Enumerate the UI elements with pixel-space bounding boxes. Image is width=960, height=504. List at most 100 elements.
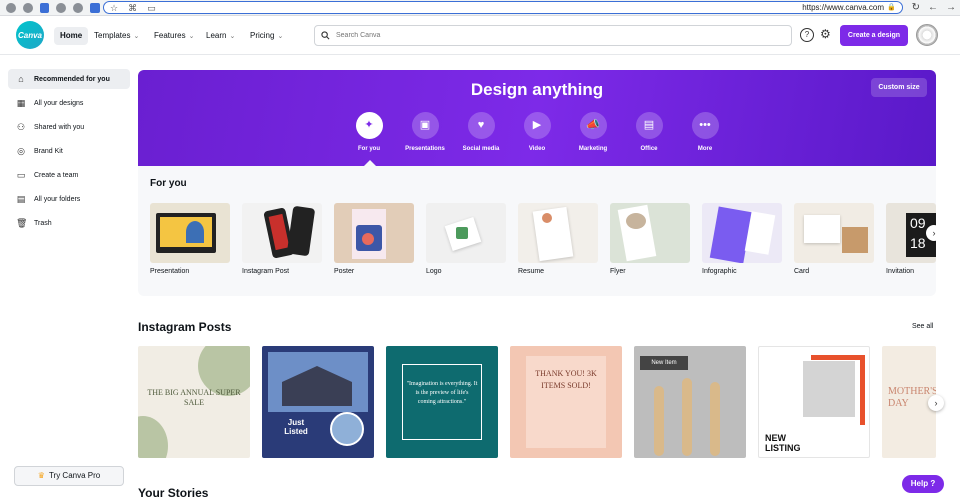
extension-icon[interactable] [22,2,33,13]
tile-thumbnail [334,203,414,263]
chevron-right-icon[interactable]: › [928,395,944,411]
url-text[interactable]: https://www.canva.com [802,2,884,14]
chevron-down-icon: ⌄ [133,33,140,40]
sidebar-item-recommended[interactable]: ⌂ Recommended for you [8,69,130,89]
tile-infographic[interactable]: Infographic [702,203,782,275]
browser-controls: ↻ ← → [912,1,956,14]
chevron-down-icon: ⌄ [188,33,195,40]
nav-features[interactable]: Features ⌄ [148,27,200,45]
tile-flyer[interactable]: Flyer [610,203,690,275]
presentation-icon: ▣ [411,112,439,139]
tile-presentation[interactable]: Presentation [150,203,230,275]
star-icon[interactable]: ☆ [110,3,118,13]
tile-label: Card [794,268,810,275]
forward-icon[interactable]: → [946,1,956,14]
post-card[interactable]: THE BIG ANNUAL SUPER SALE [138,346,250,458]
search-icon [321,31,330,40]
extension-icon[interactable] [39,2,50,13]
reload-icon[interactable]: ↻ [912,1,920,14]
post-card[interactable]: New Item [634,346,746,458]
nav-pricing-label: Pricing [250,31,275,40]
selection-notch [364,160,376,166]
tile-thumbnail [702,203,782,263]
tile-instagram-post[interactable]: Instagram Post [242,203,322,275]
tile-logo[interactable]: Logo [426,203,506,275]
nav-templates[interactable]: Templates ⌄ [88,27,145,45]
category-more[interactable]: ••• More [677,112,733,152]
create-design-button[interactable]: Create a design [840,25,908,46]
nav-pricing[interactable]: Pricing ⌄ [244,27,289,45]
sidebar-item-label: Create a team [34,171,79,179]
sidebar-item-label: Recommended for you [34,75,110,83]
sidebar-item-label: Brand Kit [34,147,63,155]
nav-home[interactable]: Home [54,27,89,45]
sidebar-item-all-designs[interactable]: ▦ All your designs [8,93,130,113]
avatar[interactable] [916,24,938,46]
folder-icon: ▤ [16,194,26,204]
sidebar-item-label: All your folders [34,195,81,203]
help-button[interactable]: Help ? [902,475,944,493]
tile-thumbnail [794,203,874,263]
tile-resume[interactable]: Resume [518,203,598,275]
sidebar-item-brand-kit[interactable]: ◎ Brand Kit [8,141,130,161]
settings-gear-icon[interactable]: ⚙ [820,27,831,41]
sidebar-item-trash[interactable]: 🗑 Trash [8,213,130,233]
browser-toolbar: ☆ ⌘ ▭ https://www.canva.com 🔒 ↻ ← → [0,0,960,16]
address-bar[interactable]: ☆ ⌘ ▭ https://www.canva.com 🔒 [103,1,903,14]
crown-icon: ♛ [37,471,45,480]
try-canva-pro-button[interactable]: ♛ Try Canva Pro [14,466,124,486]
team-icon: ▭ [16,170,26,180]
tile-card[interactable]: Card [794,203,874,275]
see-all-link[interactable]: See all [912,323,933,330]
category-office[interactable]: ▤ Office [621,112,677,152]
for-you-heading: For you [150,178,187,189]
back-icon[interactable]: ← [928,1,938,14]
tile-thumbnail [610,203,690,263]
top-nav: Canva Home Templates ⌄ Features ⌄ Learn ⌄ P… [0,17,960,55]
extension-icons [0,2,100,13]
category-video[interactable]: ▶ Video [509,112,565,152]
nav-learn[interactable]: Learn ⌄ [200,27,241,45]
category-label: More [697,146,713,152]
home-icon: ⌂ [18,74,24,84]
search-input[interactable] [336,32,736,39]
search-bar[interactable] [314,25,792,46]
sidebar-item-create-team[interactable]: ▭ Create a team [8,165,130,185]
grid-icon[interactable]: ⌘ [128,3,137,13]
sidebar-item-shared[interactable]: ⚇ Shared with you [8,117,130,137]
category-social-media[interactable]: ♥ Social media [453,112,509,152]
extension-icon[interactable] [56,2,67,13]
nav-features-label: Features [154,31,186,40]
category-for-you[interactable]: ✦ For you [341,112,397,152]
nav-templates-label: Templates [94,31,131,40]
custom-size-button[interactable]: Custom size [871,78,927,97]
tab-icon[interactable]: ▭ [147,3,156,13]
megaphone-icon: 📣 [579,112,607,139]
tile-thumbnail [242,203,322,263]
extension-icon[interactable] [73,2,84,13]
post-card[interactable]: Just Listed [262,346,374,458]
tile-label: Resume [518,268,545,275]
help-icon[interactable]: ? [800,28,814,42]
sidebar-item-folders[interactable]: ▤ All your folders [8,189,130,209]
tile-label: Invitation [886,268,915,275]
sidebar: ⌂ Recommended for you ▦ All your designs… [0,56,136,504]
extension-icon[interactable] [90,2,100,13]
tile-poster[interactable]: Poster [334,203,414,275]
category-marketing[interactable]: 📣 Marketing [565,112,621,152]
category-label: Video [528,146,546,152]
instagram-posts-heading: Instagram Posts [138,320,232,334]
tile-thumbnail [150,203,230,263]
post-card[interactable]: NEW LISTING [758,346,870,458]
canva-logo[interactable]: Canva [16,21,44,49]
category-presentations[interactable]: ▣ Presentations [397,112,453,152]
post-text: THANK YOU! 3K ITEMS SOLD! [535,369,597,390]
heart-icon: ♥ [467,112,495,139]
post-card[interactable]: "Imagination is everything. It is the pr… [386,346,498,458]
extension-icon[interactable] [6,2,16,13]
post-card[interactable]: THANK YOU! 3K ITEMS SOLD! [510,346,622,458]
tile-label: Poster [334,268,355,275]
chevron-right-icon[interactable]: › [926,225,936,241]
video-icon: ▶ [523,112,551,139]
hero-banner: Design anything Custom size ✦ For you ▣ … [138,70,936,166]
